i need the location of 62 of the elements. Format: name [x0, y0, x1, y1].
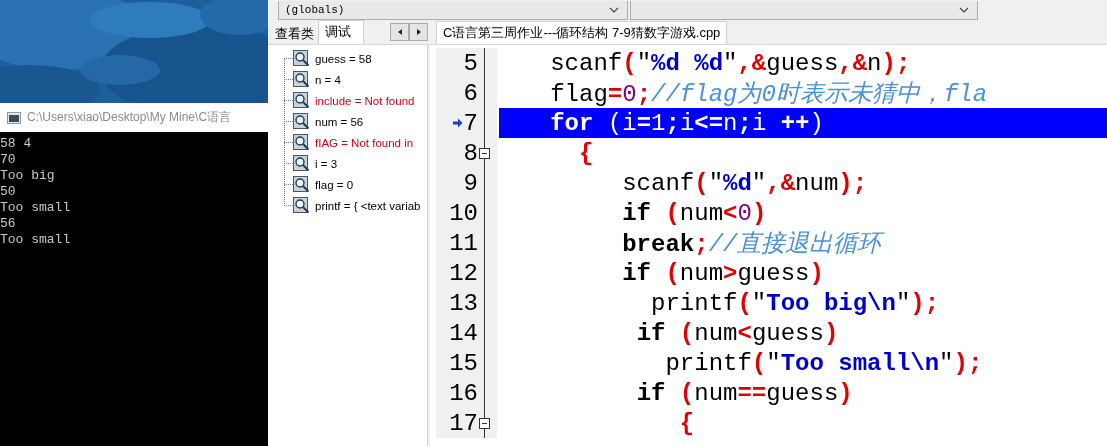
panel-tab[interactable]: 查看类: [271, 24, 318, 44]
watch-item[interactable]: n = 4: [315, 73, 341, 86]
line-number: 8: [463, 139, 478, 167]
magnifier-icon: [293, 71, 310, 88]
left-triangle-icon: [397, 29, 402, 35]
code-line: printf("Too big\n");: [651, 289, 940, 317]
scope-dropdown[interactable]: (globals): [278, 1, 628, 20]
magnifier-icon: [293, 155, 310, 172]
magnifier-icon: [293, 50, 310, 67]
code-line: {: [579, 139, 594, 167]
line-number: 9: [463, 169, 478, 197]
code-line: if (num>guess): [622, 259, 824, 287]
line-number: 10: [449, 199, 478, 227]
console-line: 56: [0, 216, 16, 232]
right-triangle-icon: [416, 29, 421, 35]
code-line: scanf("%d %d",&guess,&n);: [550, 49, 911, 77]
line-number: 11: [449, 229, 478, 257]
console-line: Too big: [0, 168, 55, 184]
chevron-icon: [609, 7, 619, 13]
watch-item[interactable]: i = 3: [315, 157, 338, 170]
watch-item[interactable]: fIAG = Not found in: [315, 136, 414, 149]
code-line: flag=0;//flag为0时表示未猜中，fla: [550, 80, 988, 109]
scroll-left-button[interactable]: [390, 23, 409, 41]
code-line: {: [679, 409, 695, 437]
line-number: 5: [463, 49, 478, 77]
magnifier-icon: [293, 197, 310, 214]
watch-item[interactable]: printf = { <text variab: [315, 199, 421, 212]
watch-item[interactable]: num = 56: [315, 115, 364, 128]
panel-tab[interactable]: 调试: [318, 20, 364, 44]
line-number: 7: [463, 109, 478, 137]
code-line: printf("Too small\n");: [665, 349, 983, 377]
file-tab[interactable]: C语言第三周作业---循环结构 7-9猜数字游戏.cpp: [436, 21, 728, 44]
code-line: for (i=1;i<=n;i ++): [550, 109, 824, 137]
console-window-icon: [7, 111, 21, 124]
console-line: 58 4: [0, 136, 32, 152]
line-number: 14: [449, 319, 478, 347]
line-number: 13: [449, 289, 478, 317]
console-line: 70: [0, 152, 16, 168]
console-title: C:\Users\xiao\Desktop\My Mine\C语言: [27, 109, 232, 126]
scroll-right-button[interactable]: [409, 23, 428, 41]
watch-item[interactable]: guess = 58: [315, 52, 372, 65]
watch-item[interactable]: flag = 0: [315, 178, 354, 191]
watch-item[interactable]: include = Not found: [315, 94, 415, 107]
console-line: 50: [0, 184, 16, 200]
line-number: 15: [449, 349, 478, 377]
code-line: if (num==guess): [636, 379, 853, 407]
magnifier-icon: [293, 92, 310, 109]
fold-toggle-icon[interactable]: [478, 417, 490, 429]
magnifier-icon: [293, 113, 310, 130]
code-line: scanf("%d",&num);: [622, 169, 868, 197]
line-number: 12: [449, 259, 478, 287]
console-line: Too small: [0, 200, 71, 216]
magnifier-icon: [293, 176, 310, 193]
console-line: Too small: [0, 232, 71, 248]
magnifier-icon: [293, 134, 310, 151]
line-number: 6: [463, 79, 478, 107]
chevron-icon: [959, 7, 969, 13]
fold-toggle-icon[interactable]: [478, 147, 490, 159]
code-line: if (num<0): [622, 199, 767, 227]
line-number: 17: [449, 409, 478, 437]
code-line: if (num<guess): [636, 319, 839, 347]
line-number: 16: [449, 379, 478, 407]
